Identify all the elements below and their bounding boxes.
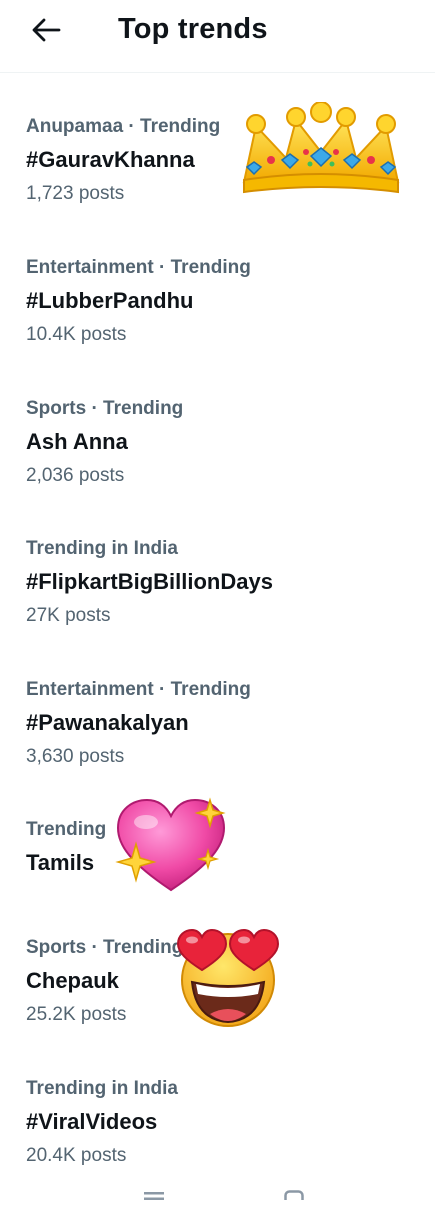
trend-context: Entertainment · Trending [26, 679, 251, 700]
trend-name[interactable]: #GauravKhanna [26, 147, 195, 173]
trend-item[interactable]: Entertainment · Trending #LubberPandhu 1… [0, 257, 435, 395]
heart-eyes-emoji-icon [176, 928, 280, 1027]
trend-context: Trending in India [26, 1078, 178, 1099]
back-arrow-icon [32, 18, 61, 42]
trend-name[interactable]: #FlipkartBigBillionDays [26, 569, 273, 595]
menu-icon[interactable] [144, 1192, 164, 1200]
trend-post-count: 10.4K posts [26, 324, 127, 345]
back-button[interactable] [28, 14, 64, 46]
sparkling-heart-emoji-icon [115, 797, 226, 892]
trend-context: Trending in India [26, 538, 178, 559]
trend-post-count: 2,036 posts [26, 465, 125, 486]
square-icon[interactable] [284, 1190, 304, 1200]
trend-post-count: 1,723 posts [26, 183, 125, 204]
trend-name[interactable]: #LubberPandhu [26, 288, 193, 314]
trend-context: Entertainment · Trending [26, 257, 251, 278]
trend-post-count: 25.2K posts [26, 1004, 127, 1025]
trend-post-count: 3,630 posts [26, 746, 125, 767]
page-title: Top trends [118, 13, 268, 45]
trend-item[interactable]: Sports · Trending Ash Anna 2,036 posts [0, 398, 435, 536]
trend-context: Sports · Trending [26, 937, 184, 958]
trend-name[interactable]: Chepauk [26, 968, 119, 994]
trend-context: Trending [26, 819, 107, 840]
trend-name[interactable]: #Pawanakalyan [26, 710, 189, 736]
trend-context: Sports · Trending [26, 398, 184, 419]
trend-name[interactable]: Ash Anna [26, 429, 128, 455]
top-bar: Top trends [0, 0, 435, 73]
trend-post-count: 20.4K posts [26, 1145, 127, 1166]
bottom-navigation-bar [0, 1186, 435, 1200]
trend-context: Anupamaa · Trending [26, 116, 221, 137]
crown-emoji-icon [242, 102, 400, 194]
trend-post-count: 27K posts [26, 605, 111, 626]
trend-item[interactable]: Trending in India #FlipkartBigBillionDay… [0, 538, 435, 676]
trend-name[interactable]: #ViralVideos [26, 1109, 157, 1135]
trend-name[interactable]: Tamils [26, 850, 94, 876]
